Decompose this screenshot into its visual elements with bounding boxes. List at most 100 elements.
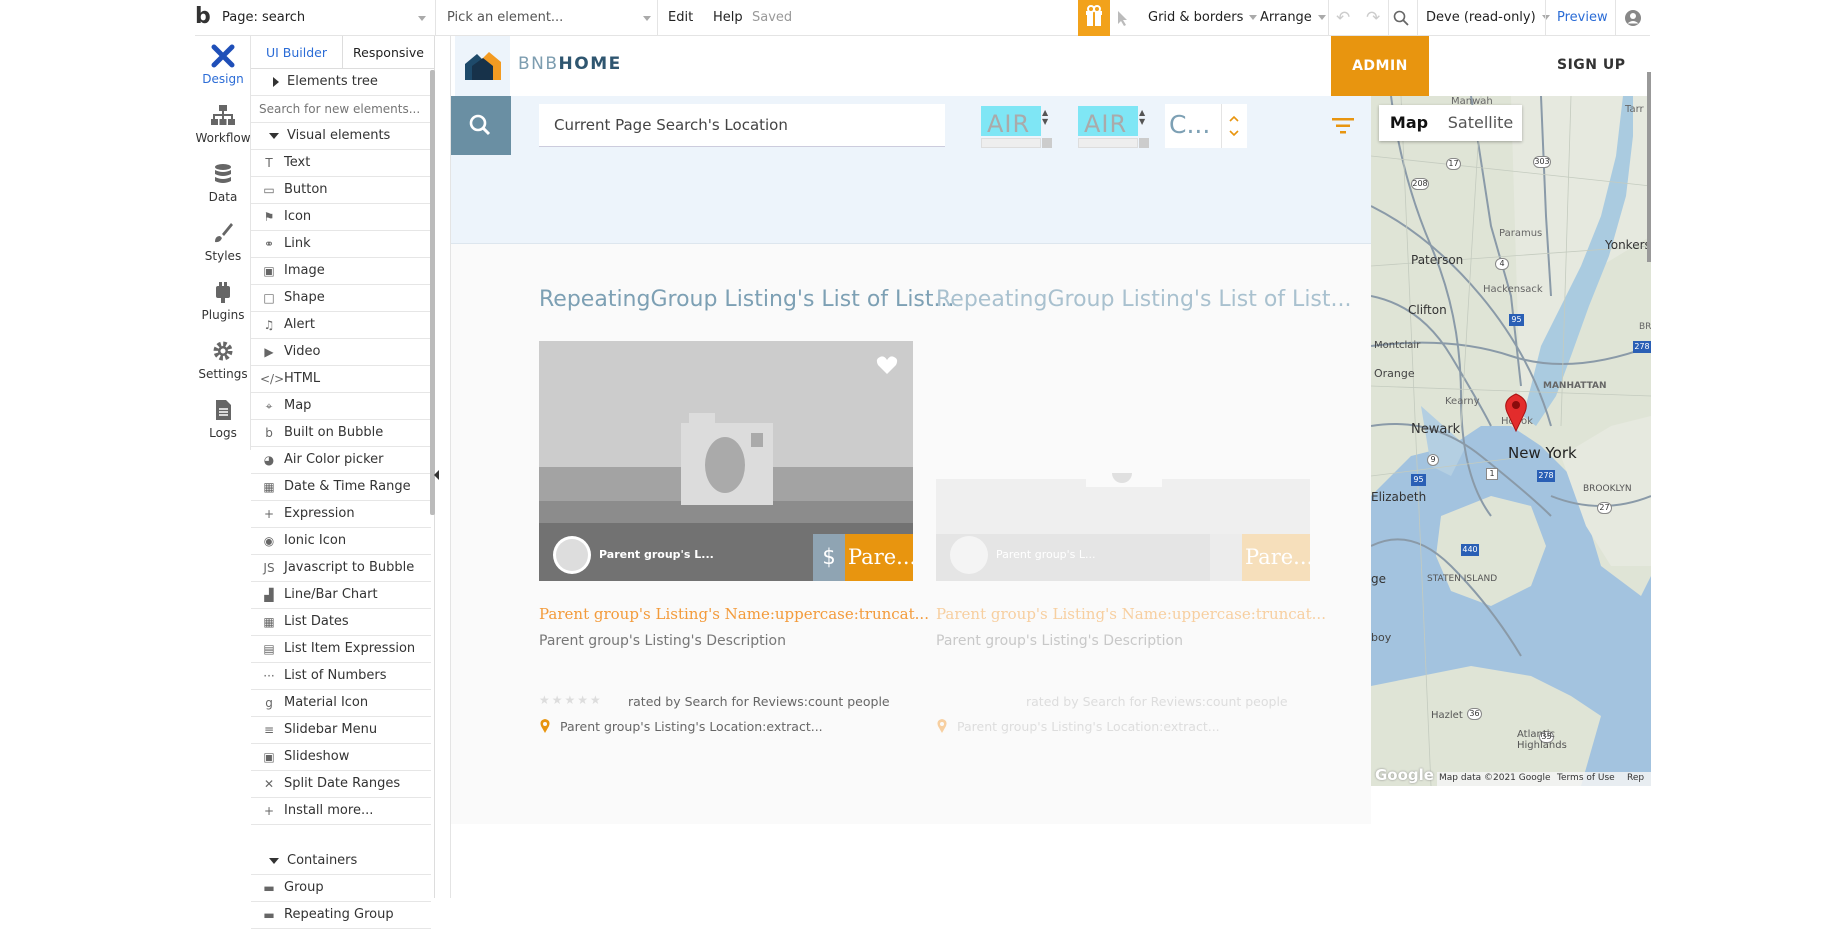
nav-design[interactable]: Design: [195, 36, 251, 96]
date-field[interactable]: AIR: [1078, 106, 1138, 136]
palette-item-label: Video: [284, 344, 321, 359]
palette-item-material-icon[interactable]: g Material Icon: [251, 690, 431, 717]
grid-borders-menu[interactable]: Grid & borders: [1148, 0, 1258, 36]
palette-item-alert[interactable]: ♫ Alert: [251, 312, 431, 339]
palette-item-video[interactable]: ▶ Video: [251, 339, 431, 366]
listing-name[interactable]: Parent group's Listing's Name:uppercase:…: [936, 605, 1326, 623]
page-selector[interactable]: Page: search: [222, 0, 426, 36]
filter-icon[interactable]: [1331, 116, 1355, 136]
nav-workflow[interactable]: Workflow: [195, 95, 251, 155]
bubble-logo-icon[interactable]: b: [195, 0, 223, 36]
arrange-menu[interactable]: Arrange: [1260, 0, 1326, 36]
palette-item-air-color-picker[interactable]: ◕ Air Color picker: [251, 447, 431, 474]
gift-button[interactable]: [1078, 0, 1110, 36]
spinner-icon[interactable]: ▲ ▼: [1042, 108, 1048, 126]
palette-item-icon: ♫: [263, 318, 275, 332]
map-label: Atlantic Highlands: [1517, 729, 1567, 751]
satellite-tab[interactable]: Satellite: [1439, 105, 1522, 141]
palette-item-text[interactable]: T Text: [251, 150, 431, 177]
palette-item-label: Expression: [284, 506, 355, 521]
palette-item-button[interactable]: ▭ Button: [251, 177, 431, 204]
spinner-icon[interactable]: ▲ ▼: [1139, 108, 1145, 126]
cursor-icon[interactable]: [1115, 9, 1131, 31]
palette-item-link[interactable]: ⚭ Link: [251, 231, 431, 258]
location-search-input[interactable]: Current Page Search's Location: [539, 104, 945, 147]
palette-item-shape[interactable]: □ Shape: [251, 285, 431, 312]
canvas-scrollbar[interactable]: [1647, 72, 1651, 262]
palette-item-install-more[interactable]: + Install more...: [251, 798, 431, 825]
tab-ui-builder[interactable]: UI Builder: [251, 36, 343, 69]
nav-label: Plugins: [201, 308, 245, 322]
palette-item-slidebar-menu[interactable]: ≡ Slidebar Menu: [251, 717, 431, 744]
date-picker-start[interactable]: AIR ▲ ▼: [981, 106, 1052, 148]
palette-item-javascript-to-bubble[interactable]: JS Javascript to Bubble: [251, 555, 431, 582]
palette-item-ionic-icon[interactable]: ◉ Ionic Icon: [251, 528, 431, 555]
listing-title[interactable]: RepeatingGroup Listing's List of List...: [539, 287, 955, 312]
collapse-panel-icon[interactable]: [434, 470, 439, 480]
palette-item-list-dates[interactable]: ▦ List Dates: [251, 609, 431, 636]
nav-data[interactable]: Data: [195, 154, 251, 214]
palette-item-html[interactable]: </> HTML: [251, 366, 431, 393]
nav-plugins[interactable]: Plugins: [195, 272, 251, 332]
palette-item-list-of-numbers[interactable]: ··· List of Numbers: [251, 663, 431, 690]
listing-title[interactable]: RepeatingGroup Listing's List of List...: [936, 287, 1352, 312]
terms-link[interactable]: Terms of Use: [1557, 773, 1615, 783]
map-tab[interactable]: Map: [1379, 105, 1439, 141]
element-picker[interactable]: Pick an element...: [447, 0, 651, 36]
map-marker-icon[interactable]: [1503, 392, 1529, 432]
map-label: BROOKLYN: [1583, 484, 1632, 494]
undo-icon[interactable]: ↶: [1336, 0, 1350, 36]
edit-menu[interactable]: Edit: [668, 0, 693, 36]
avatar[interactable]: [950, 536, 988, 574]
nav-settings[interactable]: Settings: [195, 331, 251, 391]
containers-header[interactable]: Containers: [251, 848, 431, 875]
palette-item-image[interactable]: ▣ Image: [251, 258, 431, 285]
nav-logs[interactable]: Logs: [195, 390, 251, 450]
heart-icon[interactable]: [876, 355, 898, 375]
logo-box[interactable]: [455, 36, 510, 96]
horizontal-scrollbar[interactable]: [1078, 138, 1138, 148]
version-selector[interactable]: Deve (read-only): [1426, 0, 1550, 36]
palette-item-map[interactable]: ⌖ Map: [251, 393, 431, 420]
palette-item-slideshow[interactable]: ▣ Slideshow: [251, 744, 431, 771]
palette-scrollbar[interactable]: [430, 70, 435, 515]
palette-item-icon: +: [263, 804, 275, 818]
brand-name[interactable]: BNBHOME: [518, 54, 622, 74]
map-widget[interactable]: Map Satellite 208 17 303 4 95 278 9 1 95…: [1371, 96, 1651, 786]
help-menu[interactable]: Help: [713, 0, 743, 36]
palette-item-list-item-expression[interactable]: ▤ List Item Expression: [251, 636, 431, 663]
signup-link[interactable]: SIGN UP: [1557, 57, 1626, 73]
palette-item-built-on-bubble[interactable]: b Built on Bubble: [251, 420, 431, 447]
palette-item-icon: ⌖: [265, 399, 273, 413]
map-type-toggle: Map Satellite: [1379, 105, 1522, 141]
admin-button[interactable]: ADMIN: [1331, 36, 1429, 96]
search-button[interactable]: [451, 96, 511, 155]
brand-light: BNB: [518, 54, 559, 74]
listing-name[interactable]: Parent group's Listing's Name:uppercase:…: [539, 605, 929, 623]
palette-item-line-bar-chart[interactable]: ▟ Line/Bar Chart: [251, 582, 431, 609]
report-link[interactable]: Rep: [1627, 773, 1644, 783]
avatar[interactable]: [553, 536, 591, 574]
listing-image[interactable]: Parent group's L... $ Pare...: [539, 341, 913, 581]
horizontal-scrollbar[interactable]: [981, 138, 1041, 148]
palette-item-date-time-range[interactable]: ▦ Date & Time Range: [251, 474, 431, 501]
tab-responsive[interactable]: Responsive: [343, 36, 434, 69]
palette-item-split-date-ranges[interactable]: ✕ Split Date Ranges: [251, 771, 431, 798]
elements-tree-toggle[interactable]: Elements tree: [251, 69, 431, 96]
preview-link[interactable]: Preview: [1557, 0, 1608, 36]
listing-image[interactable]: Parent group's L... Pare...: [936, 341, 1310, 581]
palette-item-icon[interactable]: ⚑ Icon: [251, 204, 431, 231]
database-icon: [215, 164, 231, 183]
user-account-icon[interactable]: [1624, 9, 1642, 31]
palette-item-expression[interactable]: + Expression: [251, 501, 431, 528]
palette-item-icon: ▟: [264, 588, 274, 602]
search-icon[interactable]: [1393, 10, 1409, 30]
date-field[interactable]: AIR: [981, 106, 1041, 136]
guests-dropdown[interactable]: C...: [1165, 104, 1247, 148]
redo-icon[interactable]: ↷: [1366, 0, 1380, 36]
element-search-input[interactable]: [257, 98, 425, 120]
palette-item-repeating-group[interactable]: ▬ Repeating Group: [251, 902, 431, 929]
date-picker-end[interactable]: AIR ▲ ▼: [1078, 106, 1149, 148]
visual-elements-header[interactable]: Visual elements: [251, 123, 431, 150]
nav-styles[interactable]: Styles: [195, 213, 251, 273]
